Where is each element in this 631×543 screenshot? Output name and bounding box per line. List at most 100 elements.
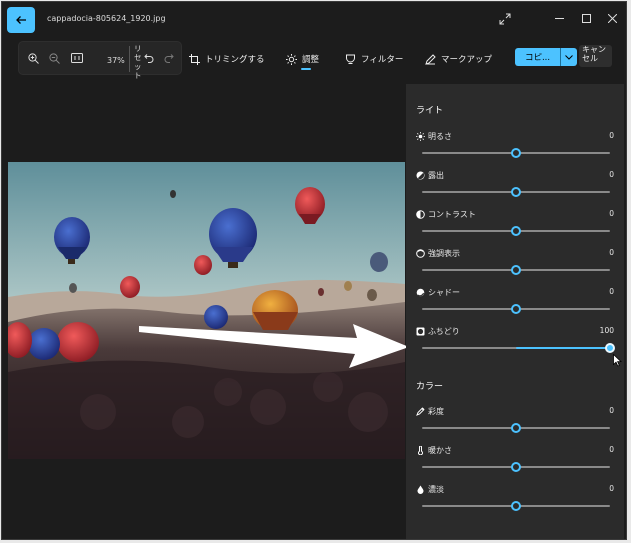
slider-warmth[interactable]: 暖かさ 0	[406, 444, 624, 478]
slider-saturation-value: 0	[609, 406, 614, 415]
vignette-icon	[416, 327, 425, 336]
chevron-down-icon	[565, 54, 573, 60]
slider-thumb[interactable]	[511, 423, 521, 433]
slider-exposure-label: 露出	[428, 171, 444, 180]
contrast-icon	[416, 210, 425, 219]
pen-icon	[425, 53, 436, 65]
slider-highlights-label: 強調表示	[428, 249, 460, 258]
slider-track[interactable]	[422, 265, 610, 275]
window-title: cappadocia-805624_1920.jpg	[47, 14, 166, 23]
adjust-panel: ライト 明るさ 0 露出 0 コントラスト 0 強調表示 0 シャドー 0 ふち…	[406, 84, 624, 539]
filter-icon	[346, 54, 355, 64]
slider-vignette-label: ふちどり	[428, 327, 460, 336]
title-bar: cappadocia-805624_1920.jpg	[2, 2, 626, 36]
slider-shadows-value: 0	[609, 287, 614, 296]
close-icon	[607, 13, 617, 23]
exposure-icon	[416, 171, 425, 180]
slider-track[interactable]	[422, 226, 610, 236]
undo-icon	[144, 54, 154, 63]
shadow-icon	[416, 288, 425, 297]
arrow-left-icon	[16, 16, 26, 24]
slider-thumb[interactable]	[511, 187, 521, 197]
tab-markup-label: マークアップ	[441, 55, 493, 65]
tab-adjust[interactable]: 調整	[286, 52, 319, 66]
back-button[interactable]	[7, 7, 35, 33]
slider-shadows-label: シャドー	[428, 288, 460, 297]
cancel-button[interactable]: キャンセル	[579, 45, 612, 67]
slider-thumb[interactable]	[511, 265, 521, 275]
redo-icon	[164, 54, 174, 63]
zoom-in-icon	[27, 52, 39, 64]
slider-contrast-label: コントラスト	[428, 210, 476, 219]
mouse-cursor-icon	[613, 354, 622, 367]
slider-warmth-label: 暖かさ	[428, 446, 452, 455]
slider-track[interactable]	[422, 304, 610, 314]
slider-thumb[interactable]	[511, 226, 521, 236]
photo-canvas[interactable]	[8, 162, 405, 459]
slider-warmth-value: 0	[609, 445, 614, 454]
undo-button[interactable]	[142, 51, 156, 65]
tab-adjust-label: 調整	[302, 55, 320, 65]
tab-crop-label: トリミングする	[205, 55, 265, 65]
slider-vignette-value: 100	[599, 326, 614, 335]
tab-filter[interactable]: フィルター	[345, 52, 403, 66]
sun-icon	[416, 132, 425, 141]
drop-icon	[417, 485, 424, 494]
slider-highlights-value: 0	[609, 248, 614, 257]
redo-button[interactable]	[162, 51, 176, 65]
slider-track[interactable]	[422, 148, 610, 158]
slider-track[interactable]	[422, 501, 610, 511]
slider-brightness-value: 0	[609, 131, 614, 140]
slider-tint-label: 濃淡	[428, 485, 444, 494]
tab-markup[interactable]: マークアップ	[425, 52, 492, 66]
slider-shadows[interactable]: シャドー 0	[406, 286, 624, 320]
slider-track[interactable]	[422, 187, 610, 197]
zoom-out-icon	[48, 52, 60, 64]
slider-thumb[interactable]	[511, 501, 521, 511]
slider-tint-value: 0	[609, 484, 614, 493]
maximize-icon	[581, 13, 591, 23]
slider-brightness[interactable]: 明るさ 0	[406, 130, 624, 164]
slider-thumb[interactable]	[605, 343, 615, 353]
photo-image	[8, 162, 405, 459]
tab-crop[interactable]: トリミングする	[189, 52, 265, 66]
tab-filter-label: フィルター	[361, 55, 404, 65]
highlight-icon	[416, 249, 425, 258]
zoom-out-button[interactable]	[47, 51, 61, 65]
slider-saturation-label: 彩度	[428, 407, 444, 416]
color-section-heading: カラー	[416, 382, 444, 392]
active-tab-indicator	[301, 68, 311, 70]
slider-thumb[interactable]	[511, 462, 521, 472]
slider-track[interactable]	[422, 343, 615, 353]
slider-highlights[interactable]: 強調表示 0	[406, 247, 624, 281]
light-section-heading: ライト	[416, 106, 444, 116]
sun-icon	[286, 53, 297, 65]
minimize-icon	[554, 17, 564, 19]
slider-thumb[interactable]	[511, 304, 521, 314]
zoom-toolbar: 37% リセット	[18, 41, 182, 80]
maximize-button[interactable]	[578, 10, 594, 26]
slider-saturation[interactable]: 彩度 0	[406, 405, 624, 439]
slider-track[interactable]	[422, 423, 610, 433]
expand-icon[interactable]	[499, 13, 511, 25]
zoom-in-button[interactable]	[26, 51, 40, 65]
close-button[interactable]	[604, 10, 620, 26]
save-options-dropdown[interactable]	[560, 48, 577, 66]
slider-thumb[interactable]	[511, 148, 521, 158]
minimize-button[interactable]	[551, 10, 567, 26]
actual-size-icon	[71, 53, 83, 63]
slider-track[interactable]	[422, 462, 610, 472]
thermometer-icon	[418, 446, 423, 455]
toolbar-divider	[129, 46, 130, 72]
slider-vignette[interactable]: ふちどり 100	[406, 325, 624, 359]
actual-size-button[interactable]	[70, 51, 84, 65]
slider-contrast[interactable]: コントラスト 0	[406, 208, 624, 242]
slider-exposure[interactable]: 露出 0	[406, 169, 624, 203]
save-copy-button[interactable]: コピ...	[515, 48, 560, 66]
zoom-level: 37%	[107, 56, 125, 65]
slider-exposure-value: 0	[609, 170, 614, 179]
slider-contrast-value: 0	[609, 209, 614, 218]
slider-tint[interactable]: 濃淡 0	[406, 483, 624, 517]
photos-app-window: cappadocia-805624_1920.jpg 37% リセット トリミン…	[1, 1, 627, 540]
eyedropper-icon	[416, 407, 425, 416]
